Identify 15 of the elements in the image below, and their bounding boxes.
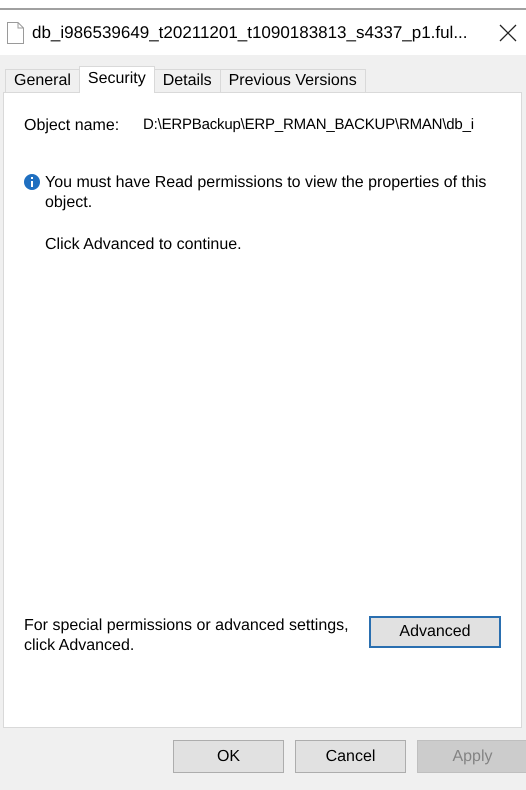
tab[interactable]: Security: [78, 66, 155, 93]
window-title: db_i986539649_t20211201_t1090183813_s4337_p1.ful...: [32, 22, 468, 44]
object-name-value: D:\ERPBackup\ERP_RMAN_BACKUP\RMAN\db_i: [143, 115, 474, 135]
file-icon: [7, 22, 24, 44]
tab[interactable]: General: [5, 69, 80, 92]
info-message: You must have Read permissions to view the properties of this object.: [45, 173, 488, 213]
cancel-button[interactable]: Cancel: [295, 740, 406, 773]
hint-text: Click Advanced to continue.: [45, 235, 243, 255]
advanced-hint: For special permissions or advanced settings, click Advanced.: [24, 616, 350, 656]
field-label: Object name:: [24, 116, 120, 136]
ok-button[interactable]: OK: [173, 740, 284, 773]
tab[interactable]: Previous Versions: [220, 69, 366, 92]
info-icon: [24, 174, 40, 190]
advanced-button[interactable]: Advanced: [369, 616, 501, 648]
close-button[interactable]: [498, 22, 518, 42]
